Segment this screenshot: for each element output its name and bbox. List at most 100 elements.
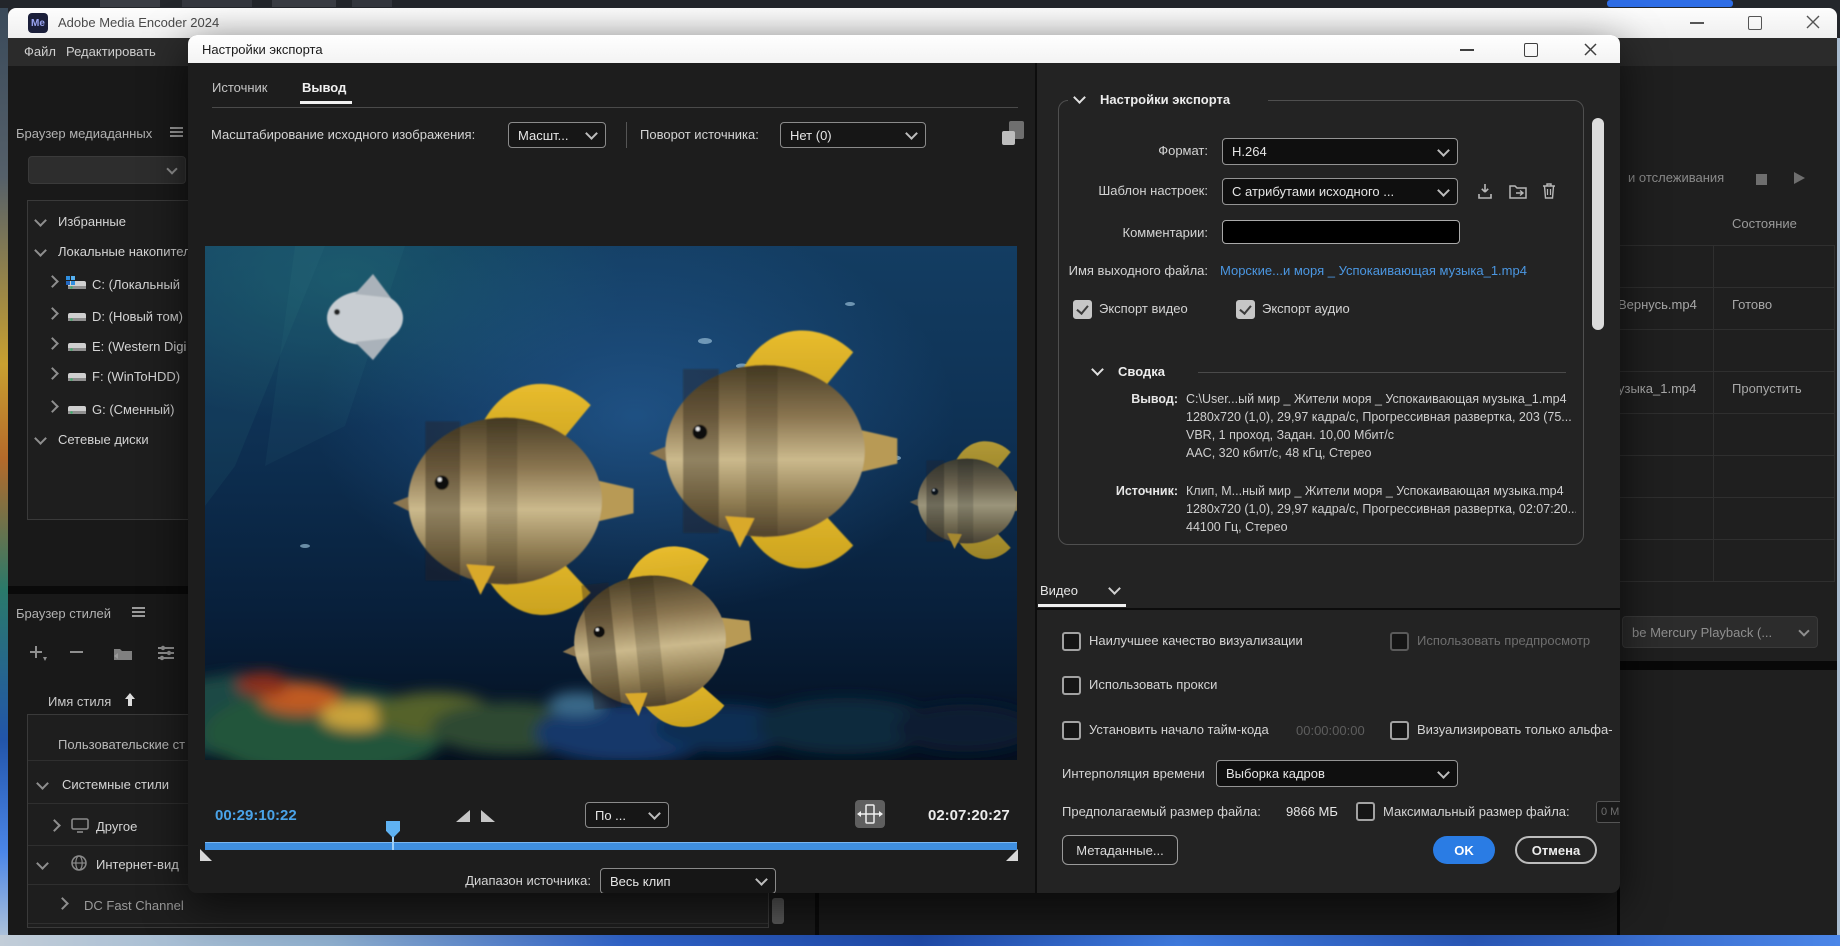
- comments-input[interactable]: [1222, 220, 1460, 244]
- app-logo: Me: [28, 13, 48, 33]
- tab-video[interactable]: Видео: [1040, 583, 1078, 598]
- time-interpolation-dropdown[interactable]: Выборка кадров: [1216, 760, 1458, 787]
- video-preview[interactable]: [205, 246, 1017, 760]
- tree-item-drive-d[interactable]: D: (Новый том): [92, 309, 183, 324]
- max-size-input[interactable]: 0 М: [1596, 801, 1620, 823]
- step-forward-icon[interactable]: [480, 809, 497, 828]
- app-titlebar[interactable]: [8, 8, 1837, 38]
- stacked-frames-icon[interactable]: [1000, 119, 1026, 154]
- step-back-icon[interactable]: [454, 809, 471, 828]
- tree-item-favorites[interactable]: Избранные: [58, 214, 126, 229]
- tree-item-drive-c[interactable]: C: (Локальный: [92, 277, 180, 292]
- source-range-label: Диапазон источника:: [423, 873, 591, 888]
- summary-output-line: 1280x720 (1,0), 29,97 кадра/с, Прогресси…: [1186, 410, 1576, 424]
- sort-up-icon[interactable]: [124, 692, 136, 712]
- best-quality-checkbox[interactable]: [1062, 632, 1081, 651]
- pane-divider: [1035, 63, 1037, 893]
- queue-row-file[interactable]: Вернусь.mp4: [1618, 297, 1697, 312]
- export-section-title[interactable]: Настройки экспорта: [1100, 92, 1230, 107]
- stop-queue-icon[interactable]: [1756, 174, 1767, 185]
- menu-file[interactable]: Файл: [24, 44, 56, 59]
- tree-item-local-drives[interactable]: Локальные накопител: [58, 244, 191, 259]
- metadata-button[interactable]: Метаданные...: [1062, 835, 1178, 865]
- scaling-dropdown[interactable]: Масшт...: [508, 122, 606, 148]
- start-timecode-checkbox[interactable]: [1062, 721, 1081, 740]
- dialog-minimize-button[interactable]: [1460, 49, 1474, 51]
- status-column-header[interactable]: Состояние: [1732, 216, 1797, 231]
- import-preset-icon[interactable]: [1508, 182, 1528, 205]
- timeline-slider[interactable]: [205, 842, 1017, 850]
- styles-browser-title: Браузер стилей: [16, 606, 111, 621]
- dialog-maximize-button[interactable]: [1524, 43, 1538, 57]
- output-name-link[interactable]: Морские...и моря _ Успокаивающая музыка_…: [1220, 263, 1590, 278]
- tree-item-drive-g[interactable]: G: (Сменный): [92, 402, 175, 417]
- panel-menu-icon[interactable]: [170, 131, 183, 133]
- aspect-fit-button[interactable]: [855, 800, 885, 828]
- estimated-size-value: 9866 МБ: [1286, 804, 1338, 819]
- dialog-titlebar[interactable]: [188, 35, 1620, 63]
- render-alpha-checkbox[interactable]: [1390, 721, 1409, 740]
- drive-icon: [66, 338, 88, 359]
- app-maximize-button[interactable]: [1748, 16, 1762, 30]
- tree-item-drive-f[interactable]: F: (WinToHDD): [92, 369, 180, 384]
- start-timecode-value[interactable]: 00:00:00:00: [1296, 723, 1365, 738]
- start-queue-icon[interactable]: [1794, 172, 1805, 184]
- app-minimize-button[interactable]: [1690, 22, 1704, 24]
- queue-grid-line: [1620, 413, 1835, 414]
- renderer-dropdown[interactable]: be Mercury Playback (...: [1622, 616, 1818, 648]
- queue-row-file[interactable]: узыка_1.mp4: [1618, 381, 1696, 396]
- panel-menu-icon[interactable]: [132, 611, 145, 613]
- preset-group-button[interactable]: [112, 644, 134, 667]
- dialog-close-button[interactable]: [1584, 43, 1597, 56]
- row-separator: [28, 923, 768, 924]
- preset-settings-button[interactable]: [156, 644, 176, 667]
- delete-preset-icon[interactable]: [1541, 182, 1557, 205]
- remove-preset-button[interactable]: [70, 651, 83, 653]
- preset-label: Шаблон настроек:: [1068, 183, 1208, 198]
- tree-item-drive-e[interactable]: E: (Western Digi: [92, 339, 186, 354]
- desktop-icon-blob: [100, 0, 160, 7]
- max-size-checkbox[interactable]: [1356, 802, 1375, 821]
- menu-edit[interactable]: Редактировать: [66, 44, 156, 59]
- zoom-dropdown[interactable]: По ...: [585, 802, 669, 828]
- ok-button[interactable]: OK: [1433, 836, 1495, 864]
- format-dropdown[interactable]: H.264: [1222, 138, 1458, 165]
- summary-section-title[interactable]: Сводка: [1118, 364, 1165, 379]
- source-range-dropdown[interactable]: Весь клип: [600, 868, 776, 893]
- dialog-scrollbar-thumb[interactable]: [1592, 118, 1604, 330]
- export-video-checkbox[interactable]: [1073, 300, 1092, 319]
- add-preset-button[interactable]: [28, 644, 48, 667]
- tab-source[interactable]: Источник: [212, 80, 268, 95]
- use-proxies-checkbox[interactable]: [1062, 676, 1081, 695]
- queue-grid-line: [1620, 497, 1835, 498]
- style-row-internet-video[interactable]: Интернет-вид: [96, 857, 179, 872]
- use-previews-checkbox[interactable]: [1390, 632, 1409, 651]
- rotation-dropdown[interactable]: Нет (0): [780, 122, 926, 148]
- current-timecode: 00:29:10:22: [215, 807, 297, 824]
- drive-icon: [66, 308, 88, 329]
- chevron-down-icon: [1437, 766, 1450, 779]
- summary-output-line: VBR, 1 проход, Задан. 10,00 Мбит/с: [1186, 428, 1576, 442]
- queue-grid-line: [1620, 371, 1835, 372]
- styles-scrollbar-thumb[interactable]: [772, 898, 784, 924]
- queue-grid-line: [1620, 455, 1835, 456]
- chevron-down-icon[interactable]: [1108, 582, 1121, 595]
- export-audio-checkbox[interactable]: [1236, 300, 1255, 319]
- style-row-system[interactable]: Системные стили: [62, 777, 169, 792]
- tab-output[interactable]: Вывод: [302, 80, 346, 95]
- video-section-divider: [1037, 608, 1620, 610]
- style-name-sort[interactable]: Имя стиля: [48, 694, 111, 709]
- save-preset-icon[interactable]: [1476, 182, 1494, 205]
- trim-out-handle[interactable]: [1006, 849, 1018, 861]
- preset-dropdown[interactable]: С атрибутами исходного ...: [1222, 178, 1458, 205]
- queue-right-line: [1834, 245, 1835, 581]
- cancel-button[interactable]: Отмена: [1515, 836, 1597, 864]
- app-close-button[interactable]: [1806, 15, 1820, 29]
- trim-in-handle[interactable]: [200, 849, 212, 861]
- style-row-custom[interactable]: Пользовательские ст: [58, 737, 185, 752]
- style-row-other[interactable]: Другое: [96, 819, 137, 834]
- chevron-down-icon: [905, 127, 918, 140]
- style-row-dc-fast-channel[interactable]: DC Fast Channel: [84, 898, 184, 913]
- media-filter-dropdown[interactable]: [28, 156, 186, 184]
- tree-item-network-drives[interactable]: Сетевые диски: [58, 432, 149, 447]
